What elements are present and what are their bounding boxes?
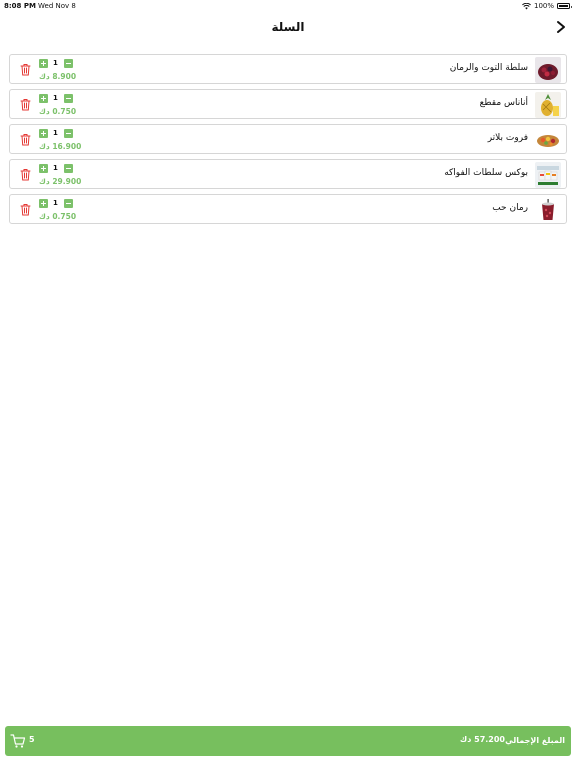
product-thumbnail [535, 57, 561, 83]
quantity-stepper: 1 [39, 164, 75, 174]
cart-list: سلطة التوت والرمان 1 8.900 دك أناناس مقط… [9, 54, 567, 229]
product-name: فروت بلاتر [487, 133, 528, 143]
product-thumbnail [535, 162, 561, 188]
status-time: 8:08 PM [4, 2, 36, 10]
increase-button[interactable] [39, 164, 48, 173]
increase-button[interactable] [39, 94, 48, 103]
product-name: رمان حب [492, 203, 528, 213]
product-price: 29.900 دك [39, 177, 82, 186]
decrease-button[interactable] [64, 164, 73, 173]
increase-button[interactable] [39, 129, 48, 138]
quantity-value: 1 [53, 59, 58, 67]
decrease-button[interactable] [64, 199, 73, 208]
decrease-button[interactable] [64, 59, 73, 68]
product-price: 16.900 دك [39, 142, 82, 151]
trash-icon[interactable] [20, 133, 31, 146]
cart-icon [10, 734, 26, 748]
decrease-button[interactable] [64, 94, 73, 103]
cart-item: سلطة التوت والرمان 1 8.900 دك [9, 54, 567, 84]
quantity-stepper: 1 [39, 59, 75, 69]
quantity-value: 1 [53, 199, 58, 207]
total-amount: 57.200 دك [459, 735, 505, 744]
product-price: 0.750 دك [39, 212, 77, 221]
quantity-stepper: 1 [39, 199, 75, 209]
cart-item: بوكس سلطات الفواكه 1 29.900 دك [9, 159, 567, 189]
quantity-value: 1 [53, 94, 58, 102]
increase-button[interactable] [39, 199, 48, 208]
quantity-stepper: 1 [39, 129, 75, 139]
product-price: 0.750 دك [39, 107, 77, 116]
increase-button[interactable] [39, 59, 48, 68]
checkout-bar[interactable]: 5 57.200 دك المبلغ الإجمالي [5, 726, 571, 756]
product-price: 8.900 دك [39, 72, 77, 81]
cart-item: فروت بلاتر 1 16.900 دك [9, 124, 567, 154]
product-thumbnail [535, 197, 561, 223]
nav-bar: السلة [0, 14, 576, 42]
page-title: السلة [271, 20, 305, 34]
status-bar: 8:08 PM Wed Nov 8 100% [0, 0, 576, 12]
quantity-stepper: 1 [39, 94, 75, 104]
cart-item: أناناس مقطع 1 0.750 دك [9, 89, 567, 119]
product-thumbnail [535, 92, 561, 118]
wifi-icon [522, 2, 531, 9]
chevron-right-icon[interactable] [554, 20, 568, 34]
product-name: سلطة التوت والرمان [449, 63, 528, 73]
status-date: Wed Nov 8 [38, 2, 76, 10]
battery-percent: 100% [533, 2, 554, 10]
decrease-button[interactable] [64, 129, 73, 138]
trash-icon[interactable] [20, 98, 31, 111]
product-thumbnail [535, 127, 561, 153]
product-name: أناناس مقطع [479, 98, 528, 108]
cart-item: رمان حب 1 0.750 دك [9, 194, 567, 224]
product-name: بوكس سلطات الفواكه [444, 168, 528, 178]
status-right: 100% [522, 2, 572, 10]
trash-icon[interactable] [20, 203, 31, 216]
trash-icon[interactable] [20, 63, 31, 76]
trash-icon[interactable] [20, 168, 31, 181]
total-label: المبلغ الإجمالي [505, 736, 565, 745]
cart-count: 5 [29, 735, 35, 744]
quantity-value: 1 [53, 164, 58, 172]
battery-icon [557, 3, 572, 9]
quantity-value: 1 [53, 129, 58, 137]
